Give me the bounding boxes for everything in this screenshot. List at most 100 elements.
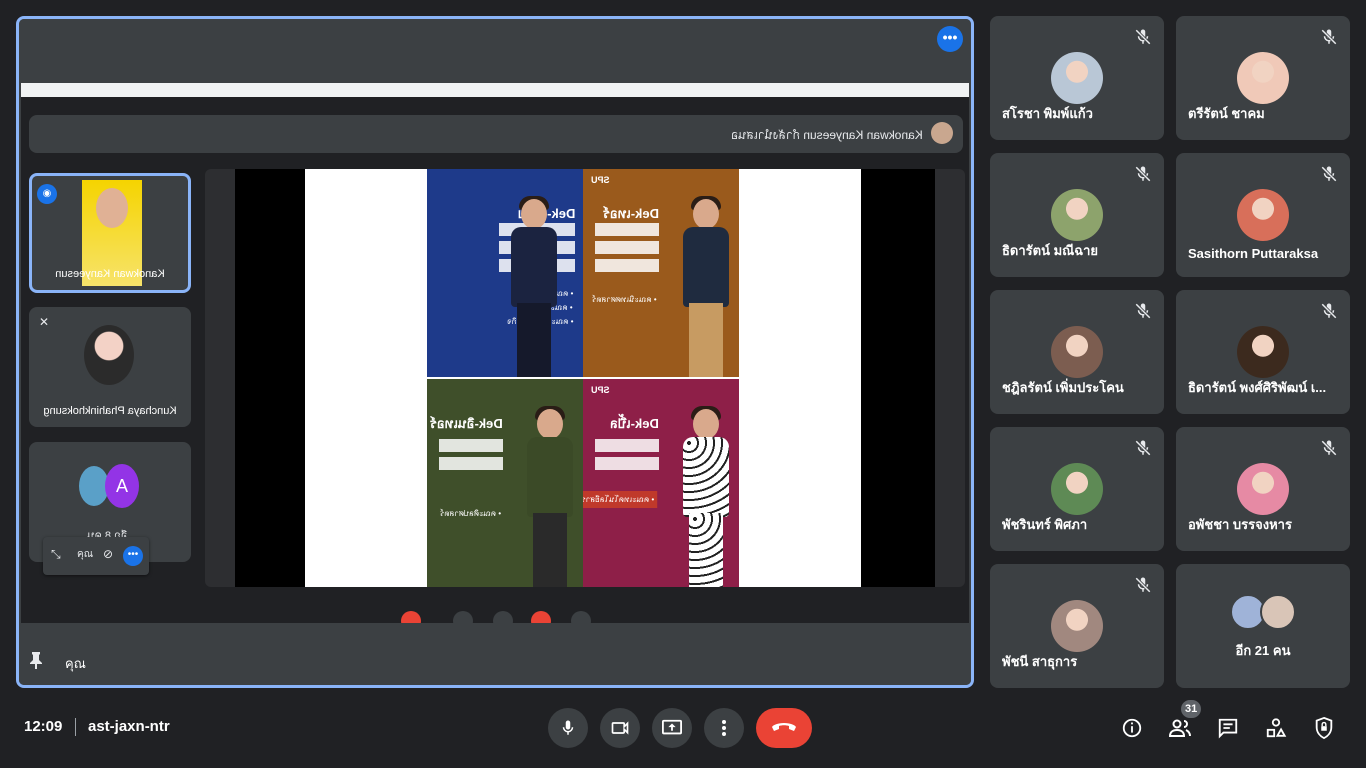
participant-tile[interactable]: พัชรินทร์ พิศภา	[990, 427, 1164, 551]
participant-tile[interactable]: Sasithorn Puttaraksa	[1176, 153, 1350, 277]
mic-off-icon	[1321, 440, 1337, 456]
participant-avatar	[1051, 600, 1103, 652]
presenter-label: คุณ	[65, 656, 86, 671]
mini-tile-name: Kunchaya Phahinkhoksung	[43, 405, 177, 417]
presentation-tile[interactable]: ••• Kanokwan Kanyeesun กำลังนำเสนอ ◉ Kan…	[16, 16, 974, 688]
more-options-button[interactable]	[704, 708, 744, 748]
slide-panel: Dek-เนี้ยบ • คณะบัญชี • คณะนิเทศ • คณะ บ…	[427, 169, 583, 377]
participant-tile[interactable]: ธิดารัตน์ พงศ์ศิริพัฒน์ เ...	[1176, 290, 1350, 414]
participant-name: ชฎิลรัตน์ เพิ่มประโคน	[1002, 380, 1124, 395]
mic-off-icon	[1135, 166, 1151, 182]
present-button[interactable]	[652, 708, 692, 748]
participant-name: สโรชา พิมพ์แก้ว	[1002, 106, 1093, 121]
panel-bar	[595, 439, 659, 452]
others-avatars: A	[77, 464, 143, 508]
participant-tile[interactable]: ธิดารัตน์ มณีฉาย	[990, 153, 1164, 277]
model-figure	[503, 196, 563, 377]
participant-tile[interactable]: พัชนี สาธุการ	[990, 564, 1164, 688]
host-controls-button[interactable]	[1310, 714, 1338, 742]
panel-bar	[439, 439, 503, 452]
more-vert-icon	[722, 720, 726, 736]
activities-icon	[1266, 718, 1287, 738]
more-participants-avatars	[1230, 594, 1302, 630]
end-call-icon	[772, 723, 796, 731]
panel-title: Dek-เทอร์	[603, 206, 659, 221]
chat-icon	[1218, 718, 1238, 739]
participant-avatar	[1051, 189, 1103, 241]
info-icon	[1122, 718, 1142, 738]
panel-title: Dek-อินเทอร์	[430, 416, 503, 431]
mic-off-icon	[1135, 577, 1151, 593]
participant-avatar	[1237, 52, 1289, 104]
presenter-avatar	[931, 122, 953, 144]
browser-strip	[21, 83, 969, 97]
speaking-icon: ◉	[37, 184, 57, 204]
participant-tile[interactable]: ตรีรัตน์ ชาคม	[1176, 16, 1350, 140]
slide: Dek-เนี้ยบ • คณะบัญชี • คณะนิเทศ • คณะ บ…	[305, 169, 861, 587]
more-participants-tile[interactable]: อีก 21 คน	[1176, 564, 1350, 688]
participant-avatar	[1051, 463, 1103, 515]
spu-logo: SPU	[591, 175, 610, 185]
mic-off-icon	[1135, 440, 1151, 456]
slide-panel: SPU Dek-เทอร์ • คณะนิเทศศาสตร์	[583, 169, 739, 377]
mic-off-icon	[1321, 166, 1337, 182]
end-call-button[interactable]	[756, 708, 812, 748]
mic-off-icon	[1135, 303, 1151, 319]
bottom-bar: 12:09 ast-jaxn-ntr 31	[0, 690, 1366, 768]
model-figure	[675, 196, 735, 377]
you-label: คุณ	[77, 549, 93, 560]
participant-tile[interactable]: สโรชา พิมพ์แก้ว	[990, 16, 1164, 140]
mic-off-icon	[1135, 29, 1151, 45]
people-count-badge: 31	[1181, 700, 1202, 718]
slide-area: Dek-เนี้ยบ • คณะบัญชี • คณะนิเทศ • คณะ บ…	[205, 169, 965, 587]
participant-name: พัชรินทร์ พิศภา	[1002, 517, 1088, 532]
model-figure	[675, 406, 735, 587]
more-participants-count: อีก 21 คน	[1235, 643, 1291, 658]
mic-icon	[562, 720, 574, 735]
panel-bar	[439, 457, 503, 470]
pin-icon[interactable]	[29, 651, 43, 669]
participant-name: Sasithorn Puttaraksa	[1188, 246, 1319, 261]
people-icon	[1168, 719, 1191, 737]
more-options-icon[interactable]: •••	[937, 26, 963, 52]
panel-bar	[595, 457, 659, 470]
mini-controls: ⤡ คุณ ⊘ •••	[43, 537, 149, 575]
mic-button[interactable]	[548, 708, 588, 748]
camera-off-icon: ⊘	[103, 547, 114, 561]
presentation-topbar: •••	[19, 19, 971, 83]
panel-line: • คณะศิลปศาสตร์	[439, 509, 501, 518]
participant-avatar	[1237, 189, 1289, 241]
camera-button[interactable]	[600, 708, 640, 748]
meeting-code: ast-jaxn-ntr	[88, 718, 170, 735]
participant-avatar	[1051, 52, 1103, 104]
mini-tile-presenter: ◉ Kanokwan Kanyeesun	[29, 173, 191, 293]
presenter-face	[96, 188, 128, 228]
slide-panel: SPU Dek-เปิ้ล • คณะเทคโนโลยีสารสนเทศ	[583, 379, 739, 587]
more-icon: •••	[123, 546, 143, 566]
panel-title: Dek-เปิ้ล	[610, 416, 659, 431]
avatar	[1260, 594, 1296, 630]
participant-name: ธิดารัตน์ มณีฉาย	[1002, 243, 1099, 258]
avatar-letter: A	[105, 464, 139, 508]
slide-panel: Dek-อินเทอร์ • คณะศิลปศาสตร์	[427, 379, 583, 587]
chat-button[interactable]	[1214, 714, 1242, 742]
participant-name: พัชนี สาธุการ	[1002, 654, 1078, 669]
participant-name: อพัชชา บรรจงหาร	[1188, 517, 1292, 532]
activities-button[interactable]	[1262, 714, 1290, 742]
participant-name: ตรีรัตน์ ชาคม	[1188, 106, 1265, 121]
camera-icon	[611, 721, 629, 735]
participant-tile[interactable]: อพัชชา บรรจงหาร	[1176, 427, 1350, 551]
info-button[interactable]	[1118, 714, 1146, 742]
participant-tile[interactable]: ชฎิลรัตน์ เพิ่มประโคน	[990, 290, 1164, 414]
people-button[interactable]	[1166, 714, 1194, 742]
presenting-banner-text: Kanokwan Kanyeesun กำลังนำเสนอ	[731, 128, 923, 142]
panel-line: • คณะเทคโนโลยีสารสนเทศ	[583, 491, 657, 508]
mini-tile-participant: ✕ Kunchaya Phahinkhoksung	[29, 307, 191, 427]
participant-avatar	[1051, 326, 1103, 378]
presenter-footer: คุณ	[19, 623, 971, 685]
divider	[75, 718, 76, 736]
clock: 12:09	[24, 718, 63, 735]
panel-bar	[595, 223, 659, 236]
spu-logo: SPU	[591, 385, 610, 395]
panel-line: • คณะนิเทศศาสตร์	[592, 295, 657, 304]
